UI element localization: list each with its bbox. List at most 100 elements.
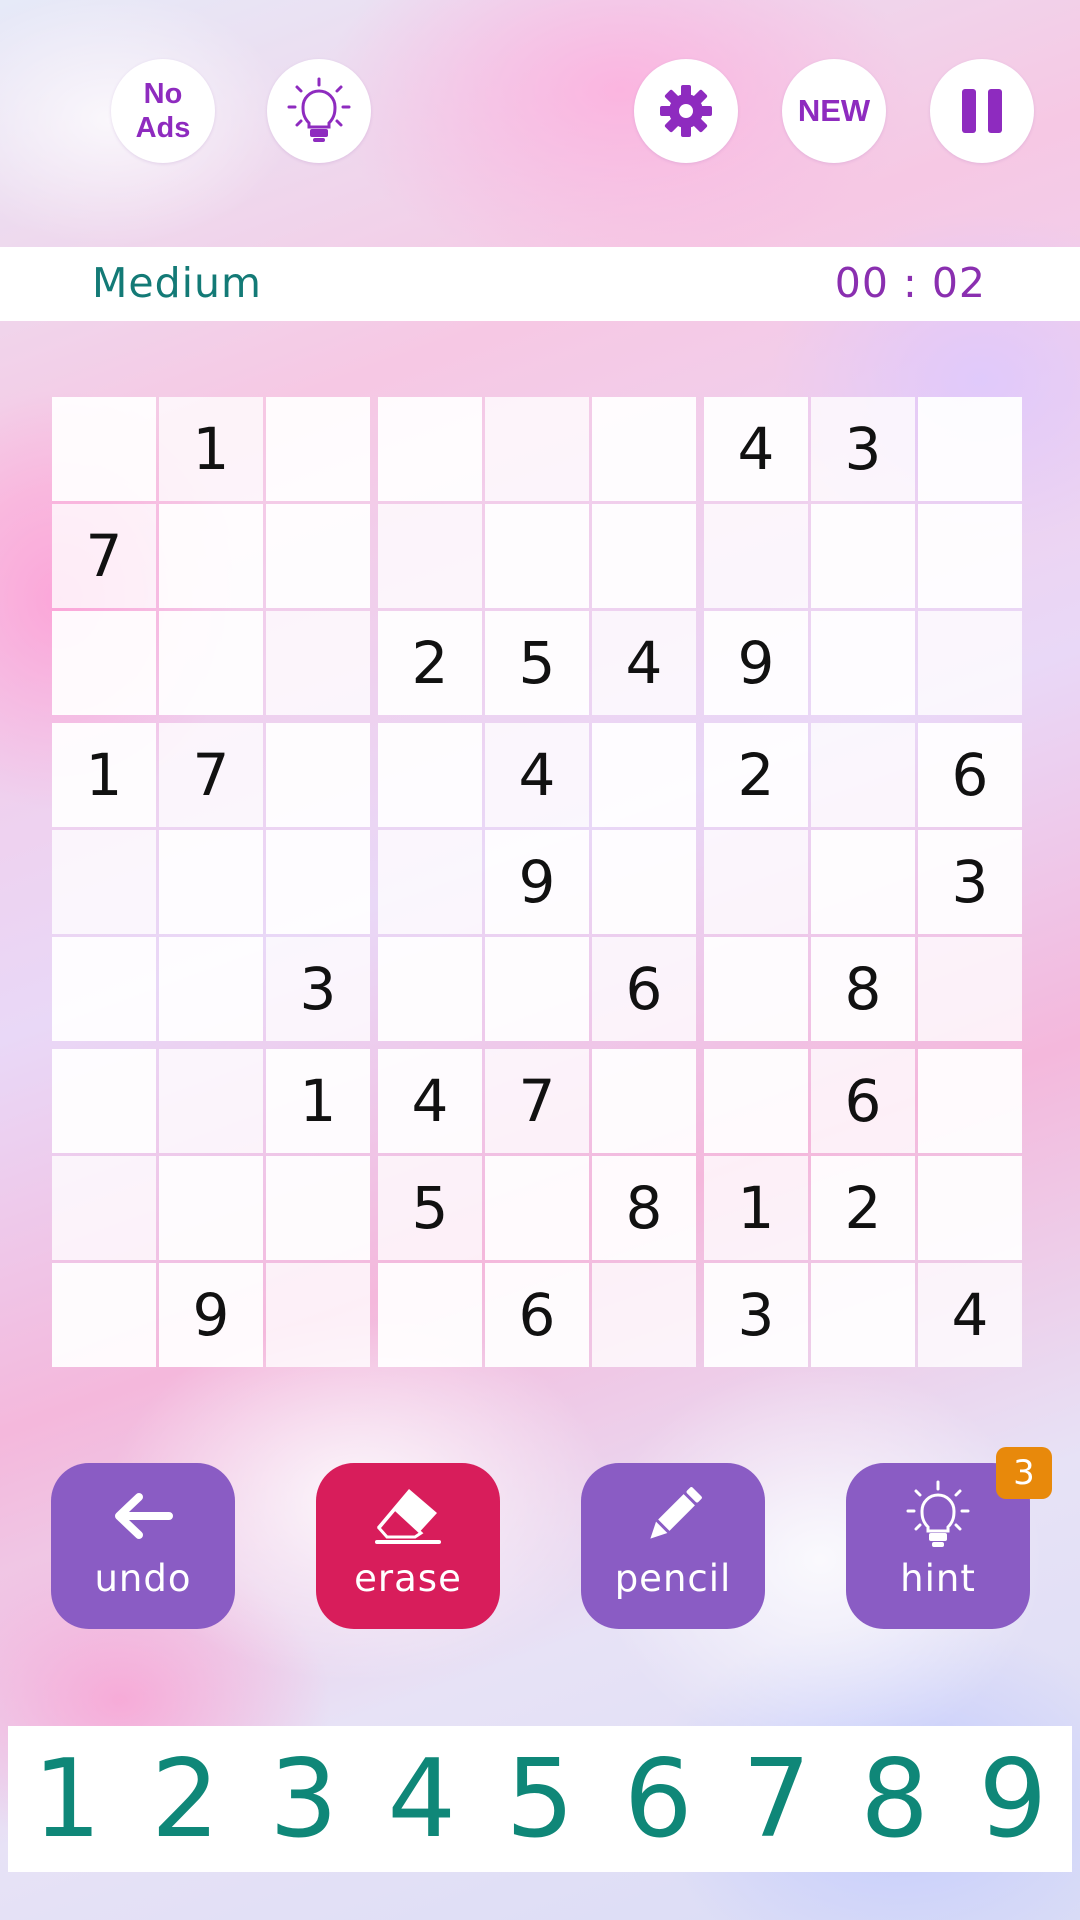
sudoku-cell[interactable]: 9 bbox=[485, 830, 589, 934]
number-key-6[interactable]: 6 bbox=[599, 1726, 717, 1872]
sudoku-cell[interactable]: 6 bbox=[918, 723, 1022, 827]
sudoku-cell[interactable] bbox=[52, 1263, 156, 1367]
sudoku-cell[interactable] bbox=[592, 723, 696, 827]
sudoku-cell[interactable]: 9 bbox=[704, 611, 808, 715]
sudoku-cell[interactable] bbox=[704, 1049, 808, 1153]
number-key-5[interactable]: 5 bbox=[481, 1726, 599, 1872]
number-key-3[interactable]: 3 bbox=[244, 1726, 362, 1872]
sudoku-cell[interactable] bbox=[378, 1263, 482, 1367]
sudoku-cell[interactable] bbox=[485, 937, 589, 1041]
pencil-label: pencil bbox=[614, 1557, 732, 1600]
new-game-button[interactable]: NEW bbox=[782, 59, 886, 163]
sudoku-cell[interactable] bbox=[592, 830, 696, 934]
no-ads-button[interactable]: No Ads bbox=[111, 59, 215, 163]
erase-button[interactable]: erase bbox=[316, 1463, 500, 1629]
sudoku-cell[interactable]: 4 bbox=[378, 1049, 482, 1153]
sudoku-cell[interactable] bbox=[918, 1156, 1022, 1260]
sudoku-cell[interactable]: 5 bbox=[378, 1156, 482, 1260]
tips-button[interactable] bbox=[267, 59, 371, 163]
lightbulb-icon bbox=[287, 77, 351, 142]
sudoku-cell[interactable] bbox=[52, 611, 156, 715]
sudoku-cell[interactable] bbox=[378, 504, 482, 608]
sudoku-cell[interactable] bbox=[918, 1049, 1022, 1153]
sudoku-cell[interactable]: 6 bbox=[485, 1263, 589, 1367]
sudoku-cell[interactable] bbox=[918, 397, 1022, 501]
sudoku-cell[interactable]: 7 bbox=[485, 1049, 589, 1153]
sudoku-cell[interactable]: 1 bbox=[159, 397, 263, 501]
sudoku-cell[interactable] bbox=[378, 830, 482, 934]
number-key-9[interactable]: 9 bbox=[954, 1726, 1072, 1872]
sudoku-cell[interactable] bbox=[485, 397, 589, 501]
sudoku-cell[interactable] bbox=[378, 397, 482, 501]
sudoku-cell[interactable]: 1 bbox=[704, 1156, 808, 1260]
sudoku-cell[interactable] bbox=[266, 397, 370, 501]
sudoku-cell[interactable] bbox=[266, 1156, 370, 1260]
sudoku-cell[interactable]: 3 bbox=[918, 830, 1022, 934]
sudoku-cell[interactable] bbox=[159, 830, 263, 934]
undo-button[interactable]: undo bbox=[51, 1463, 235, 1629]
sudoku-cell[interactable] bbox=[592, 504, 696, 608]
sudoku-cell[interactable]: 4 bbox=[592, 611, 696, 715]
sudoku-cell[interactable]: 4 bbox=[918, 1263, 1022, 1367]
sudoku-cell[interactable] bbox=[592, 1049, 696, 1153]
sudoku-cell[interactable]: 2 bbox=[811, 1156, 915, 1260]
sudoku-cell[interactable] bbox=[918, 937, 1022, 1041]
number-key-8[interactable]: 8 bbox=[836, 1726, 954, 1872]
sudoku-cell[interactable] bbox=[918, 504, 1022, 608]
sudoku-cell[interactable] bbox=[704, 937, 808, 1041]
sudoku-cell[interactable] bbox=[52, 1156, 156, 1260]
sudoku-cell[interactable] bbox=[918, 611, 1022, 715]
sudoku-cell[interactable] bbox=[378, 937, 482, 1041]
number-key-7[interactable]: 7 bbox=[717, 1726, 835, 1872]
sudoku-cell[interactable] bbox=[52, 937, 156, 1041]
sudoku-cell[interactable] bbox=[592, 397, 696, 501]
settings-button[interactable] bbox=[634, 59, 738, 163]
sudoku-cell[interactable]: 3 bbox=[704, 1263, 808, 1367]
sudoku-cell[interactable]: 3 bbox=[266, 937, 370, 1041]
sudoku-cell[interactable] bbox=[159, 611, 263, 715]
sudoku-cell[interactable]: 1 bbox=[266, 1049, 370, 1153]
sudoku-cell[interactable]: 8 bbox=[592, 1156, 696, 1260]
sudoku-cell[interactable]: 6 bbox=[811, 1049, 915, 1153]
sudoku-cell[interactable] bbox=[52, 830, 156, 934]
sudoku-cell[interactable] bbox=[485, 504, 589, 608]
sudoku-cell[interactable] bbox=[266, 1263, 370, 1367]
sudoku-cell[interactable] bbox=[159, 937, 263, 1041]
sudoku-cell[interactable]: 7 bbox=[52, 504, 156, 608]
sudoku-cell[interactable] bbox=[266, 611, 370, 715]
sudoku-cell[interactable]: 1 bbox=[52, 723, 156, 827]
sudoku-cell[interactable] bbox=[266, 723, 370, 827]
sudoku-cell[interactable] bbox=[159, 1156, 263, 1260]
sudoku-cell[interactable] bbox=[52, 397, 156, 501]
sudoku-cell[interactable] bbox=[266, 504, 370, 608]
sudoku-cell[interactable] bbox=[811, 1263, 915, 1367]
sudoku-cell[interactable] bbox=[704, 830, 808, 934]
sudoku-cell[interactable]: 8 bbox=[811, 937, 915, 1041]
pause-button[interactable] bbox=[930, 59, 1034, 163]
sudoku-cell[interactable]: 5 bbox=[485, 611, 589, 715]
sudoku-cell[interactable] bbox=[811, 723, 915, 827]
number-key-2[interactable]: 2 bbox=[126, 1726, 244, 1872]
sudoku-cell[interactable] bbox=[811, 504, 915, 608]
sudoku-cell[interactable] bbox=[159, 1049, 263, 1153]
sudoku-cell[interactable]: 2 bbox=[704, 723, 808, 827]
pencil-button[interactable]: pencil bbox=[581, 1463, 765, 1629]
sudoku-cell[interactable] bbox=[592, 1263, 696, 1367]
sudoku-cell[interactable] bbox=[811, 611, 915, 715]
sudoku-cell[interactable] bbox=[704, 504, 808, 608]
sudoku-cell[interactable] bbox=[52, 1049, 156, 1153]
number-key-1[interactable]: 1 bbox=[8, 1726, 126, 1872]
sudoku-cell[interactable] bbox=[378, 723, 482, 827]
sudoku-cell[interactable] bbox=[811, 830, 915, 934]
sudoku-cell[interactable]: 2 bbox=[378, 611, 482, 715]
sudoku-cell[interactable]: 3 bbox=[811, 397, 915, 501]
sudoku-cell[interactable]: 4 bbox=[704, 397, 808, 501]
sudoku-cell[interactable] bbox=[485, 1156, 589, 1260]
sudoku-cell[interactable]: 7 bbox=[159, 723, 263, 827]
sudoku-cell[interactable] bbox=[266, 830, 370, 934]
sudoku-cell[interactable]: 9 bbox=[159, 1263, 263, 1367]
number-key-4[interactable]: 4 bbox=[363, 1726, 481, 1872]
sudoku-cell[interactable]: 6 bbox=[592, 937, 696, 1041]
sudoku-cell[interactable] bbox=[159, 504, 263, 608]
sudoku-cell[interactable]: 4 bbox=[485, 723, 589, 827]
